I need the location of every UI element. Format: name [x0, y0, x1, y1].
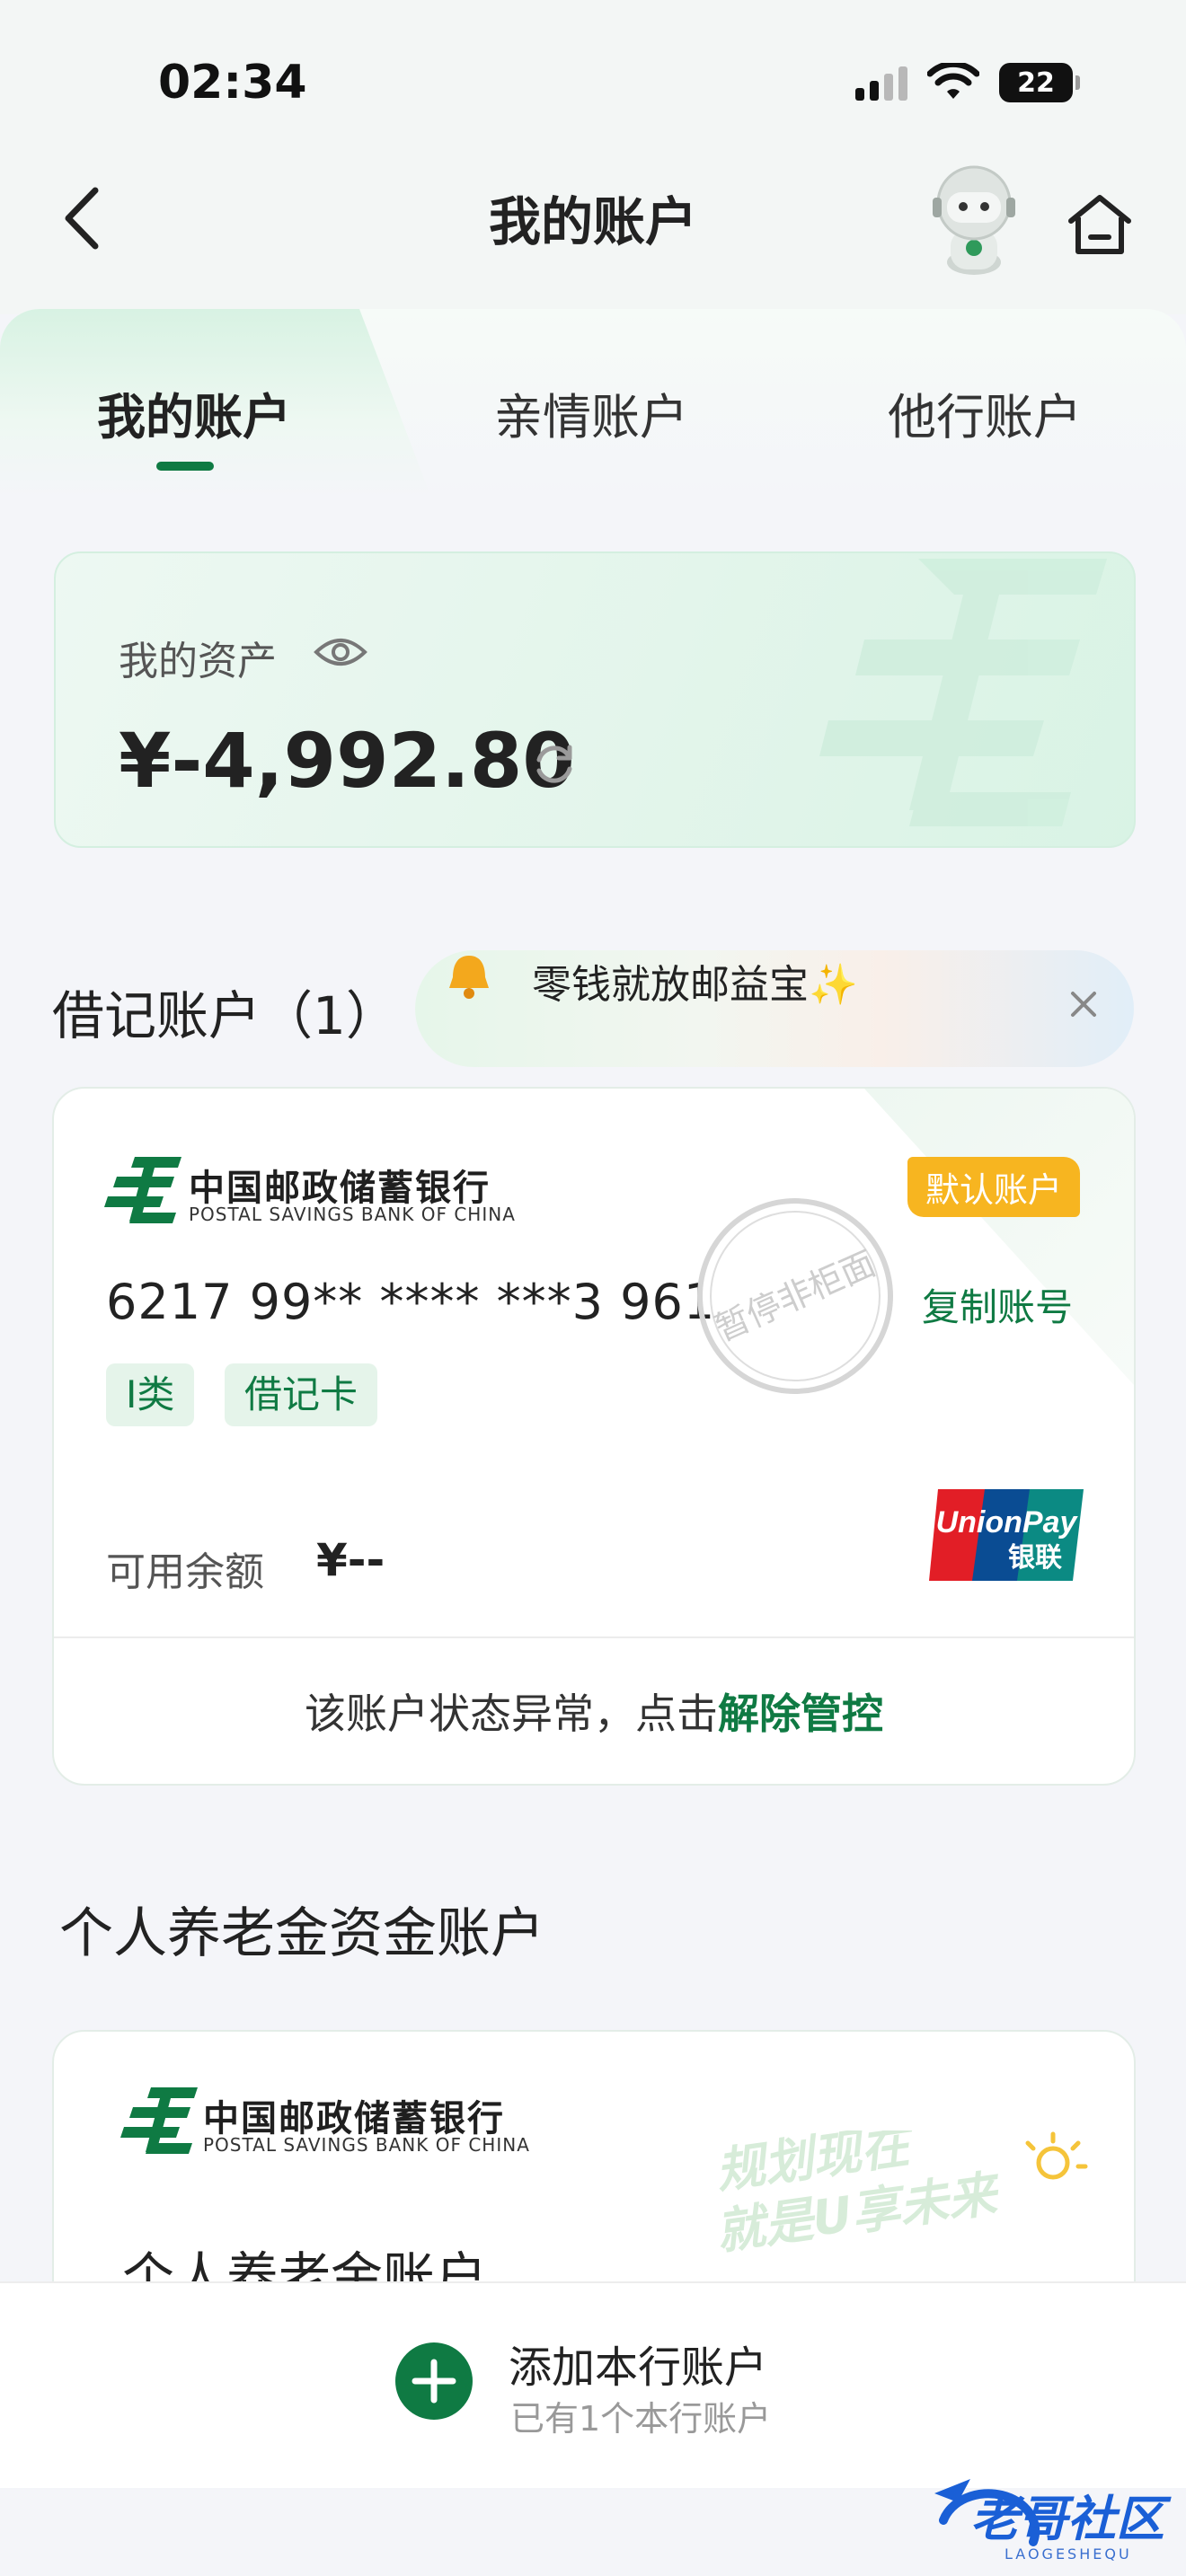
debit-account-card[interactable]: 中国邮政储蓄银行 POSTAL SAVINGS BANK OF CHINA 默认…	[52, 1087, 1136, 1786]
release-control-link[interactable]: 解除管控	[718, 1689, 883, 1738]
bell-icon	[449, 956, 489, 999]
copy-account-button[interactable]: 复制账号	[922, 1277, 1073, 1332]
stamp-text: 暂停非柜面	[709, 1243, 881, 1348]
tab-active-indicator	[156, 462, 214, 471]
account-status-notice: 该账户状态异常，点击解除管控	[54, 1681, 1134, 1741]
account-tabs: 我的账户 亲情账户 他行账户	[0, 309, 1186, 498]
pension-section-title: 个人养老金资金账户	[59, 1902, 544, 1965]
unionpay-cn-text: 银联	[1008, 1542, 1062, 1574]
watermark-subtext: LAOGESHEQU	[1005, 2545, 1132, 2563]
promo-text: 零钱就放邮益宝✨	[532, 962, 858, 1008]
postal-bank-logo-icon	[120, 2087, 198, 2154]
bank-name-en: POSTAL SAVINGS BANK OF CHINA	[189, 1204, 516, 1225]
assets-amount: ¥-4,992.80	[119, 717, 575, 805]
card-type-tag: 借记卡	[225, 1363, 378, 1426]
bank-name-en: POSTAL SAVINGS BANK OF CHINA	[203, 2134, 530, 2156]
postal-bank-logo-icon	[104, 1157, 181, 1223]
bottom-action-bar: 添加本行账户 已有1个本行账户	[0, 2281, 1186, 2488]
card-divider	[54, 1636, 1134, 1638]
balance-value: ¥--	[316, 1534, 385, 1586]
default-account-badge: 默认账户	[907, 1157, 1080, 1217]
watermark-text: 老哥社区	[970, 2491, 1164, 2547]
unionpay-en-text: UnionPay	[936, 1505, 1079, 1539]
card-number: 6217 99** **** ***3 961	[106, 1274, 716, 1330]
promo-banner[interactable]: 零钱就放邮益宝✨	[415, 950, 1134, 1067]
cellular-signal-icon	[855, 65, 907, 101]
close-icon[interactable]	[1066, 986, 1102, 1022]
refresh-icon[interactable]	[530, 740, 579, 789]
status-time: 02:34	[158, 56, 307, 110]
sun-icon	[1025, 2131, 1088, 2180]
balance-label: 可用余额	[106, 1549, 264, 1595]
add-account-button[interactable]: 添加本行账户	[509, 2332, 767, 2395]
status-bar: 02:34 22	[0, 0, 1186, 162]
eye-icon[interactable]	[313, 632, 368, 672]
account-class-tag: Ⅰ类	[106, 1363, 195, 1426]
add-account-subtitle: 已有1个本行账户	[510, 2399, 772, 2439]
home-icon[interactable]	[1057, 181, 1143, 268]
suspended-stamp: 暂停非柜面	[697, 1198, 893, 1394]
debit-section-title: 借记账户（1）	[52, 985, 398, 1046]
assets-card: 我的资产 ¥-4,992.80	[54, 551, 1136, 848]
unionpay-logo: UnionPay 银联	[929, 1489, 1084, 1581]
status-notice-text: 该账户状态异常，点击	[305, 1689, 718, 1738]
tab-other-bank-accounts[interactable]: 他行账户	[850, 377, 1120, 448]
assets-label: 我的资产	[119, 639, 277, 684]
pension-slogan: 规划现在 就是U享未来	[719, 2130, 1088, 2261]
navbar: 我的账户	[0, 162, 1186, 314]
tab-my-accounts[interactable]: 我的账户	[59, 377, 329, 448]
mascot-robot-icon[interactable]	[920, 162, 1028, 278]
tab-family-accounts[interactable]: 亲情账户	[456, 377, 726, 448]
card-corner-decoration	[864, 1089, 1134, 1385]
add-icon[interactable]	[394, 2341, 474, 2422]
battery-icon: 22	[999, 63, 1080, 102]
status-icons: 22	[855, 63, 1080, 102]
wifi-icon	[927, 63, 979, 99]
postal-logo-watermark-icon	[819, 559, 1107, 826]
